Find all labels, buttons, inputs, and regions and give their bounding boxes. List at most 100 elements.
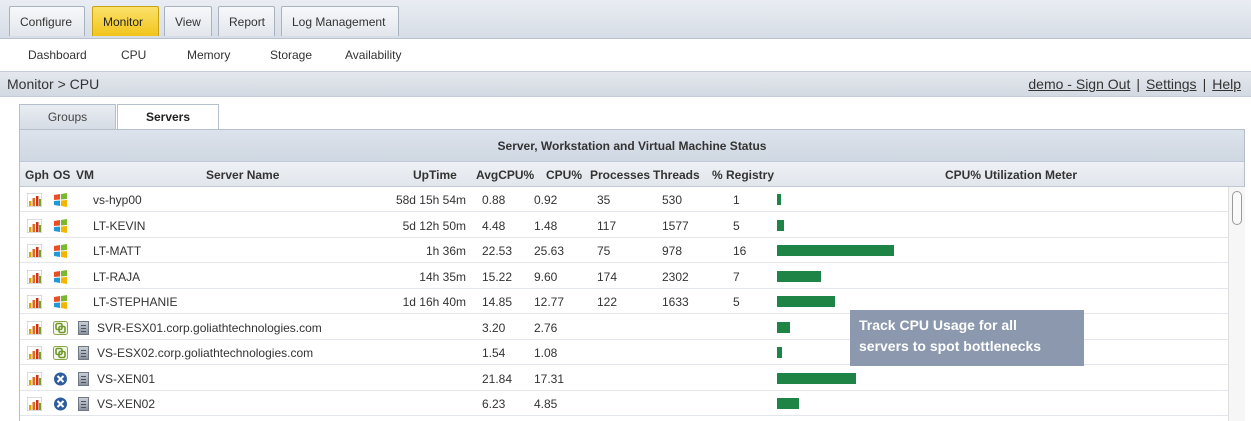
tab-configure[interactable]: Configure: [9, 6, 85, 36]
server-name: SVR-ESX01.corp.goliathtechnologies.com: [97, 320, 322, 335]
windows-logo-icon: [53, 193, 68, 207]
col-os[interactable]: OS: [53, 168, 70, 182]
inner-tabs: Groups Servers: [0, 97, 1251, 130]
bar-graph-icon[interactable]: [26, 243, 43, 259]
cpu-cell: 25.63: [534, 244, 565, 258]
table-row[interactable]: vs-hyp00 58d 15h 54m 0.88 0.92 35 530 1: [20, 187, 1228, 212]
col-processes[interactable]: Processes: [590, 168, 650, 182]
avgcpu-cell: 4.48: [482, 218, 506, 233]
processes-cell: 75: [597, 244, 611, 258]
cpu-cell: 9.60: [534, 269, 558, 284]
grid-header-row: Gph OS VM Server Name UpTime AvgCPU% CPU…: [20, 162, 1244, 187]
bar-graph-icon[interactable]: [26, 345, 43, 361]
avgcpu-cell: 0.88: [482, 193, 506, 207]
user-links: demo - Sign Out | Settings | Help: [1028, 76, 1241, 92]
col-avgcpu[interactable]: AvgCPU%: [476, 168, 534, 182]
subnav-storage[interactable]: Storage: [270, 48, 312, 62]
col-server-name[interactable]: Server Name: [206, 168, 279, 182]
link-separator: |: [1202, 76, 1207, 92]
server-tower-icon: [78, 320, 89, 335]
processes-cell: 174: [597, 269, 618, 284]
help-link[interactable]: Help: [1212, 76, 1241, 92]
tab-view[interactable]: View: [164, 6, 212, 36]
bar-graph-icon[interactable]: [26, 218, 43, 233]
bar-graph-icon[interactable]: [26, 320, 43, 335]
breadcrumb-bar: Monitor > CPU demo - Sign Out | Settings | H…: [0, 71, 1251, 97]
cpu-utilization-bar: [777, 321, 790, 333]
tab-servers[interactable]: Servers: [117, 104, 219, 130]
threads-cell: 978: [662, 244, 683, 258]
col-gph[interactable]: Gph: [25, 168, 49, 182]
registry-cell: 1: [733, 193, 740, 207]
table-row[interactable]: VS-XEN02 6.23 4.85: [20, 391, 1228, 416]
vmware-logo-icon: [53, 320, 68, 335]
table-row[interactable]: LT-KEVIN 5d 12h 50m 4.48 1.48 117 1577 5: [20, 212, 1228, 238]
tab-monitor[interactable]: Monitor: [92, 6, 159, 36]
bar-graph-icon[interactable]: [26, 371, 43, 386]
uptime-cell: 1d 16h 40m: [402, 295, 466, 309]
tab-log-management[interactable]: Log Management: [281, 6, 399, 36]
cpu-utilization-bar: [777, 194, 781, 205]
top-tab-bar: Configure Monitor View Report Log Manage…: [0, 0, 1251, 39]
avgcpu-cell: 3.20: [482, 320, 506, 335]
cpu-cell: 1.48: [534, 218, 558, 233]
threads-cell: 1633: [662, 295, 689, 309]
subnav-cpu[interactable]: CPU: [121, 48, 146, 62]
cpu-cell: 2.76: [534, 320, 558, 335]
threads-cell: 530: [662, 193, 683, 207]
server-name: VS-ESX02.corp.goliathtechnologies.com: [97, 346, 314, 360]
server-name: VS-XEN01: [97, 371, 156, 386]
cpu-utilization-bar: [777, 347, 782, 358]
processes-cell: 122: [597, 295, 618, 309]
sign-out-link[interactable]: demo - Sign Out: [1028, 76, 1130, 92]
bar-graph-icon[interactable]: [26, 269, 43, 284]
cpu-cell: 17.31: [534, 371, 565, 386]
bar-graph-icon[interactable]: [26, 294, 43, 310]
cpu-utilization-bar: [777, 219, 784, 231]
windows-logo-icon: [53, 269, 68, 284]
col-cpu[interactable]: CPU%: [546, 168, 582, 182]
tab-groups[interactable]: Groups: [19, 104, 116, 129]
registry-cell: 16: [733, 244, 747, 258]
avgcpu-cell: 22.53: [482, 244, 513, 258]
registry-cell: 5: [733, 218, 740, 233]
avgcpu-cell: 6.23: [482, 397, 506, 411]
server-tower-icon: [78, 371, 89, 386]
server-name: LT-RAJA: [93, 269, 141, 284]
tab-report[interactable]: Report: [218, 6, 275, 36]
server-name: vs-hyp00: [93, 193, 142, 207]
bar-graph-icon[interactable]: [26, 192, 43, 208]
avgcpu-cell: 15.22: [482, 269, 513, 284]
registry-cell: 5: [733, 295, 740, 309]
subnav-availability[interactable]: Availability: [345, 48, 401, 62]
server-tower-icon: [78, 346, 89, 360]
col-uptime[interactable]: UpTime: [413, 168, 457, 182]
cpu-cell: 12.77: [534, 295, 565, 309]
table-row[interactable]: LT-MATT 1h 36m 22.53 25.63 75 978 16: [20, 238, 1228, 263]
subnav-memory[interactable]: Memory: [187, 48, 230, 62]
server-name: VS-XEN02: [97, 397, 156, 411]
table-row[interactable]: VS-XEN01 21.84 17.31: [20, 365, 1228, 391]
table-row[interactable]: LT-RAJA 14h 35m 15.22 9.60 174 2302 7: [20, 263, 1228, 289]
cpu-cell: 0.92: [534, 193, 558, 207]
registry-cell: 7: [733, 269, 740, 284]
link-separator: |: [1136, 76, 1140, 92]
cpu-utilization-bar: [777, 398, 799, 409]
col-threads[interactable]: Threads: [653, 168, 700, 182]
windows-logo-icon: [53, 295, 68, 309]
cpu-utilization-bar: [777, 296, 835, 307]
vertical-scrollbar[interactable]: [1228, 187, 1245, 421]
threads-cell: 2302: [662, 269, 689, 284]
settings-link[interactable]: Settings: [1146, 76, 1197, 92]
server-name: LT-STEPHANIE: [93, 295, 178, 309]
col-cpu-meter[interactable]: CPU% Utilization Meter: [945, 168, 1077, 182]
col-registry[interactable]: % Registry: [712, 168, 774, 182]
bar-graph-icon[interactable]: [26, 396, 43, 412]
cpu-utilization-bar: [777, 372, 856, 384]
subnav-dashboard[interactable]: Dashboard: [28, 48, 87, 62]
cpu-cell: 4.85: [534, 397, 558, 411]
scrollbar-thumb[interactable]: [1232, 191, 1242, 225]
uptime-cell: 5d 12h 50m: [402, 218, 466, 233]
cpu-cell: 1.08: [534, 346, 558, 360]
col-vm[interactable]: VM: [76, 168, 94, 182]
